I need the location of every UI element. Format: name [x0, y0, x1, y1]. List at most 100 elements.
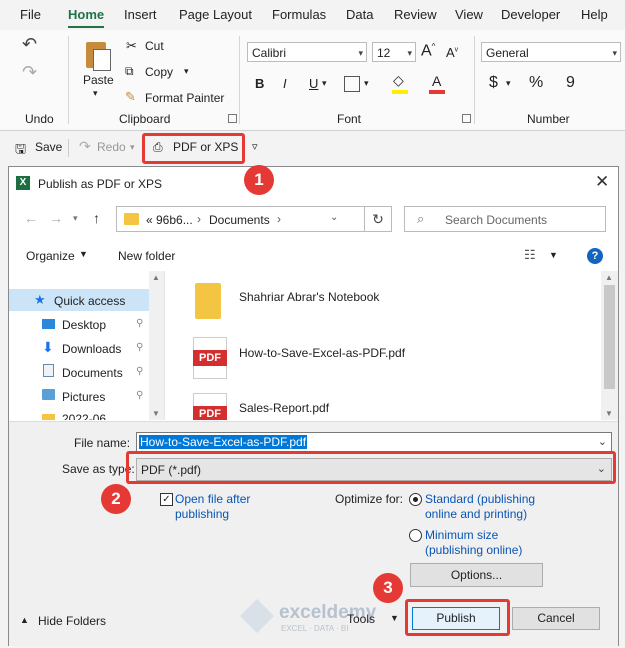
dialog-launcher-icon[interactable]: [462, 114, 471, 123]
comma-button[interactable]: 9: [566, 74, 575, 92]
minimum-label-line1[interactable]: Minimum size: [425, 528, 498, 542]
view-options-icon[interactable]: ☷: [524, 247, 536, 263]
menu-help[interactable]: Help: [581, 7, 608, 22]
menu-insert[interactable]: Insert: [124, 7, 157, 22]
chevron-up-icon[interactable]: ▲: [20, 615, 29, 625]
scroll-down-icon[interactable]: ▼: [152, 409, 160, 418]
dialog-launcher-icon[interactable]: [228, 114, 237, 123]
italic-button[interactable]: I: [283, 76, 287, 91]
redo-icon[interactable]: ↷: [22, 62, 37, 83]
chevron-down-icon[interactable]: ▾: [364, 78, 369, 89]
chevron-down-icon: ▾: [612, 48, 617, 58]
new-folder-button[interactable]: New folder: [118, 249, 175, 263]
open-after-label-line1[interactable]: Open file after: [175, 492, 250, 506]
nav-desktop[interactable]: Desktop: [62, 318, 106, 332]
organize-button[interactable]: Organize: [26, 249, 75, 263]
chevron-down-icon[interactable]: ▾: [73, 213, 78, 224]
menu-page-layout[interactable]: Page Layout: [179, 7, 252, 22]
chevron-down-icon[interactable]: ▼: [79, 249, 88, 259]
file-item-notebook[interactable]: Shahriar Abrar's Notebook: [239, 290, 379, 304]
paste-button[interactable]: Paste: [83, 73, 114, 87]
scroll-up-icon[interactable]: ▲: [605, 273, 613, 282]
chevron-down-icon[interactable]: ▾: [93, 88, 98, 99]
font-name-combo[interactable]: Calibri ▾: [247, 42, 367, 62]
pdf-label: PDF: [193, 350, 227, 366]
standard-label-line2[interactable]: online and printing): [425, 507, 527, 521]
percent-button[interactable]: %: [529, 74, 543, 92]
scroll-down-icon[interactable]: ▼: [605, 409, 613, 418]
open-after-checkbox[interactable]: ✓: [160, 493, 173, 506]
forward-icon[interactable]: →: [49, 210, 63, 226]
nav-scrollbar[interactable]: [149, 271, 164, 420]
nav-pictures[interactable]: Pictures: [62, 390, 105, 404]
increase-font-icon[interactable]: A^: [421, 42, 435, 60]
fill-color-icon[interactable]: ◇: [393, 72, 404, 89]
borders-icon[interactable]: [344, 76, 360, 92]
address-bar[interactable]: « 96b6... › Documents › ⌄: [116, 206, 365, 232]
standard-radio[interactable]: [409, 493, 422, 506]
pin-icon[interactable]: ⚲: [136, 342, 143, 353]
chevron-down-icon[interactable]: ▾: [184, 66, 189, 77]
chevron-down-icon[interactable]: ▾: [130, 142, 135, 153]
nav-quick-access[interactable]: Quick access: [54, 294, 125, 308]
help-icon[interactable]: ?: [587, 248, 603, 264]
minimum-label-line2[interactable]: (publishing online): [425, 543, 522, 557]
chevron-down-icon[interactable]: ⌄: [598, 435, 607, 448]
chevron-down-icon[interactable]: ▾: [322, 78, 327, 89]
menu-developer[interactable]: Developer: [501, 7, 560, 22]
breadcrumb-parent[interactable]: « 96b6...: [146, 213, 193, 227]
file-item-sales-report[interactable]: Sales-Report.pdf: [239, 401, 329, 415]
pin-icon[interactable]: ⚲: [136, 390, 143, 401]
undo-icon[interactable]: ↶: [22, 34, 37, 55]
breadcrumb-documents[interactable]: Documents: [209, 213, 270, 227]
search-input[interactable]: ⌕ Search Documents: [404, 206, 606, 232]
bold-button[interactable]: B: [255, 76, 264, 91]
menu-formulas[interactable]: Formulas: [272, 7, 326, 22]
chevron-down-icon[interactable]: ⌄: [330, 212, 338, 223]
file-name-input[interactable]: How-to-Save-Excel-as-PDF.pdf ⌄: [136, 432, 612, 453]
menu-file[interactable]: File: [20, 7, 41, 22]
scrollbar-thumb[interactable]: [604, 285, 615, 389]
up-arrow-icon[interactable]: ↑: [93, 210, 100, 226]
standard-label-line1[interactable]: Standard (publishing: [425, 492, 535, 506]
pin-icon[interactable]: ⚲: [136, 366, 143, 377]
menu-data[interactable]: Data: [346, 7, 373, 22]
save-button[interactable]: Save: [35, 140, 62, 154]
menu-review[interactable]: Review: [394, 7, 437, 22]
undo-group-label: Undo: [25, 112, 54, 126]
chevron-down-icon[interactable]: ▼: [549, 250, 558, 260]
paste-icon[interactable]: [84, 40, 112, 72]
customize-toolbar-icon[interactable]: ▿: [252, 140, 258, 153]
menu-home[interactable]: Home: [68, 7, 105, 28]
redo-button[interactable]: Redo: [97, 140, 126, 154]
open-after-label-line2[interactable]: publishing: [175, 507, 229, 521]
pin-icon[interactable]: ⚲: [136, 318, 143, 329]
underline-button[interactable]: U: [309, 76, 318, 91]
chevron-down-icon[interactable]: ▾: [506, 78, 511, 89]
close-icon[interactable]: ✕: [595, 172, 609, 192]
chevron-down-icon[interactable]: ▼: [390, 613, 399, 623]
number-format-combo[interactable]: General ▾: [481, 42, 621, 62]
cut-button[interactable]: Cut: [145, 39, 164, 53]
nav-downloads[interactable]: Downloads: [62, 342, 121, 356]
menu-view[interactable]: View: [455, 7, 483, 22]
font-size-combo[interactable]: 12 ▾: [372, 42, 416, 62]
font-color-icon[interactable]: A: [432, 73, 441, 89]
decrease-font-icon[interactable]: Av: [446, 45, 458, 60]
format-painter-button[interactable]: Format Painter: [145, 91, 224, 105]
redo-icon: ↷: [79, 138, 91, 154]
hide-folders-button[interactable]: Hide Folders: [38, 614, 106, 628]
copy-button[interactable]: Copy: [145, 65, 173, 79]
cancel-button[interactable]: Cancel: [512, 607, 600, 630]
tools-button[interactable]: Tools: [347, 612, 375, 626]
back-icon[interactable]: ←: [24, 210, 38, 226]
save-icon: 🖫: [15, 141, 27, 156]
currency-button[interactable]: $: [489, 74, 498, 92]
options-button[interactable]: Options...: [410, 563, 543, 587]
nav-2022-06[interactable]: 2022-06: [62, 412, 106, 420]
minimum-size-radio[interactable]: [409, 529, 422, 542]
nav-documents[interactable]: Documents: [62, 366, 123, 380]
file-item-how-to-save[interactable]: How-to-Save-Excel-as-PDF.pdf: [239, 346, 405, 360]
refresh-icon[interactable]: ↻: [364, 206, 392, 232]
scroll-up-icon[interactable]: ▲: [152, 273, 160, 282]
